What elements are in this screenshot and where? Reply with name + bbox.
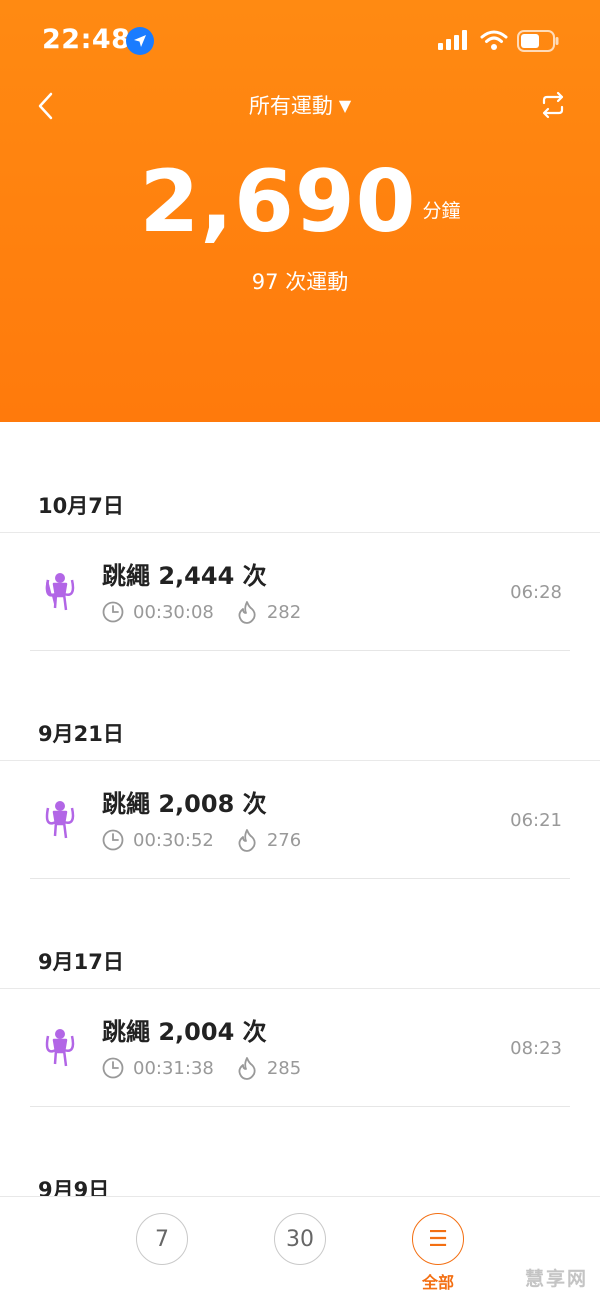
workout-meta: 00:30:08 282 <box>102 600 301 624</box>
battery-icon <box>517 30 559 52</box>
total-minutes-unit: 分鐘 <box>422 200 461 222</box>
flame-icon <box>238 829 256 852</box>
status-bar: 22:48 <box>0 0 600 84</box>
divider <box>0 760 600 761</box>
tab-30-days[interactable]: 30 <box>274 1213 326 1265</box>
workout-title: 跳繩 2,444 次 <box>102 562 267 590</box>
workout-row[interactable]: 跳繩 2,444 次 00:30:08 282 06:28 <box>0 534 600 650</box>
nav-bar: 所有運動 ▼ <box>0 84 600 128</box>
clock-icon <box>102 1057 124 1079</box>
location-arrow-icon <box>126 27 154 55</box>
flame-icon <box>238 601 256 624</box>
workout-time: 06:21 <box>510 810 562 831</box>
workout-calories: 276 <box>266 829 302 851</box>
signal-icon <box>438 30 467 50</box>
section-date: 9月17日 <box>38 950 124 974</box>
tab-all-label: 全部 <box>421 1273 454 1292</box>
watermark-logo: 慧享网 <box>524 1268 588 1290</box>
divider <box>0 988 600 989</box>
workout-count: 97 次運動 <box>251 270 349 294</box>
workout-meta: 00:30:52 276 <box>102 828 301 852</box>
jump-rope-icon <box>45 573 75 611</box>
section-date: 10月7日 <box>38 494 124 518</box>
workout-row[interactable]: 跳繩 2,004 次 00:31:38 285 08:23 <box>0 990 600 1106</box>
divider <box>30 878 570 879</box>
list-icon: ☰ <box>428 1226 448 1252</box>
wifi-icon <box>480 30 508 50</box>
workout-title: 跳繩 2,008 次 <box>102 790 267 818</box>
workout-time: 08:23 <box>510 1038 562 1059</box>
workout-duration: 00:30:08 <box>133 601 214 623</box>
tab-bar: 7 30 ☰ 全部 <box>0 1196 600 1299</box>
workout-duration: 00:31:38 <box>133 1057 214 1079</box>
section-date: 9月21日 <box>38 722 124 746</box>
jump-rope-icon <box>45 1029 75 1067</box>
divider <box>30 650 570 651</box>
workout-row[interactable]: 跳繩 2,008 次 00:30:52 276 06:21 <box>0 762 600 878</box>
sync-icon[interactable] <box>538 90 568 120</box>
workout-type-dropdown[interactable]: 所有運動 ▼ <box>0 90 600 120</box>
workout-calories: 285 <box>266 1057 302 1079</box>
jump-rope-icon <box>45 801 75 839</box>
flame-icon <box>238 1057 256 1080</box>
status-time: 22:48 <box>42 24 131 55</box>
tab-7-days[interactable]: 7 <box>136 1213 188 1265</box>
total-minutes: 2,690 分鐘 <box>0 152 600 252</box>
workout-title: 跳繩 2,004 次 <box>102 1018 267 1046</box>
workout-type-label: 所有運動 <box>248 94 333 118</box>
workout-time: 06:28 <box>510 582 562 603</box>
workout-duration: 00:30:52 <box>133 829 214 851</box>
header: 22:48 所有運動 ▼ 2,690 分鐘 97 次運動 <box>0 0 600 422</box>
total-minutes-value: 2,690 <box>139 152 417 252</box>
divider <box>0 532 600 533</box>
clock-icon <box>102 829 124 851</box>
clock-icon <box>102 601 124 623</box>
dropdown-caret-icon: ▼ <box>338 96 352 115</box>
tab-all[interactable]: ☰ <box>412 1213 464 1265</box>
divider <box>30 1106 570 1107</box>
workout-calories: 282 <box>266 601 302 623</box>
workout-meta: 00:31:38 285 <box>102 1056 301 1080</box>
